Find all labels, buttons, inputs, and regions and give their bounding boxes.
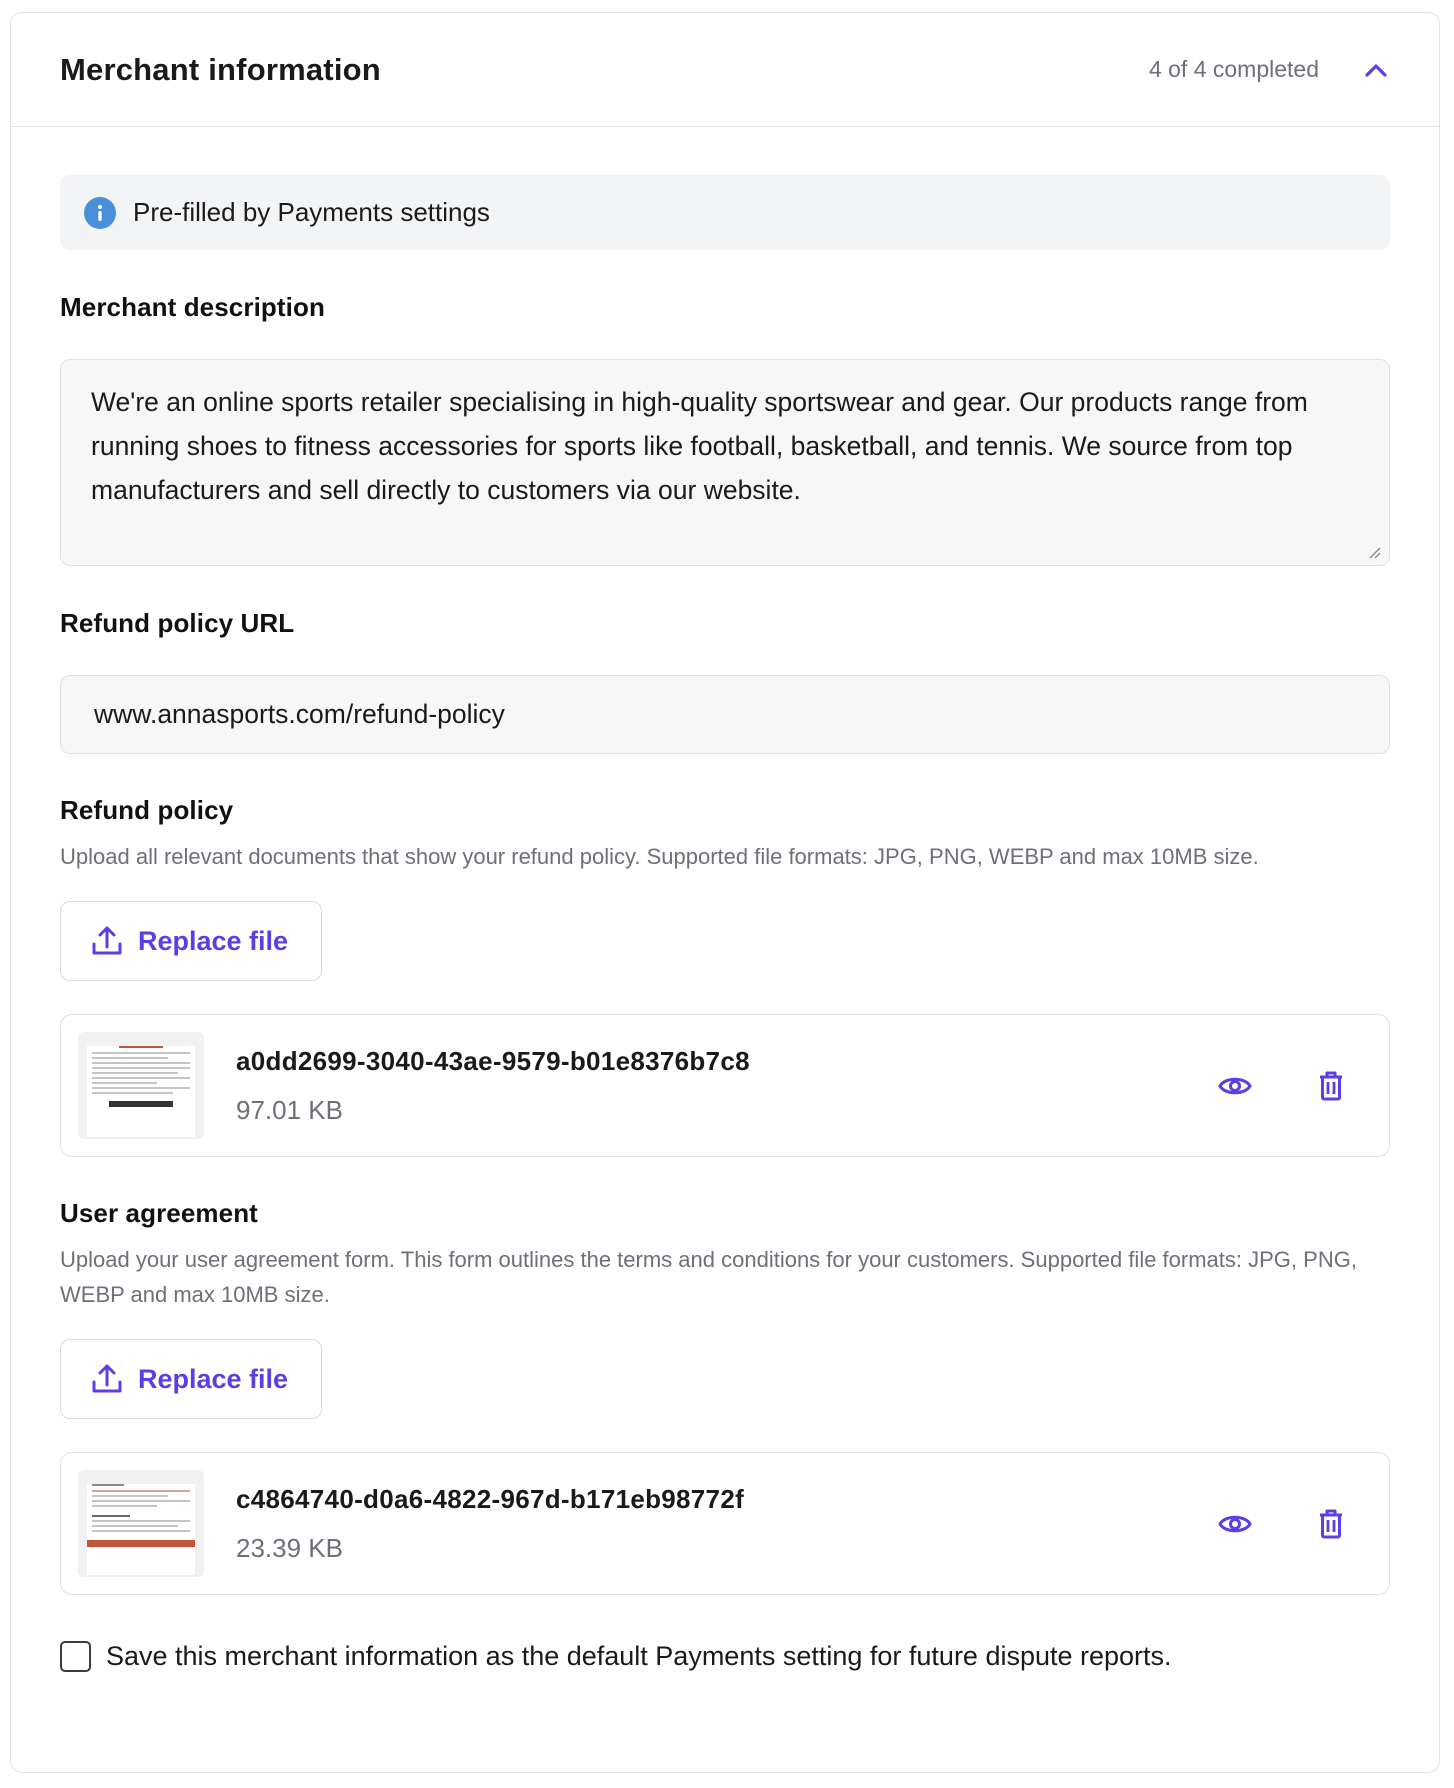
chevron-up-icon[interactable] <box>1363 57 1389 83</box>
replace-file-label: Replace file <box>138 1363 289 1394</box>
banner-text: Pre-filled by Payments settings <box>133 197 490 227</box>
card-title: Merchant information <box>60 51 381 87</box>
file-size: 23.39 KB <box>236 1532 343 1563</box>
file-meta: a0dd2699-3040-43ae-9579-b01e8376b7c8 97.… <box>236 1046 1215 1126</box>
file-actions <box>1215 1066 1351 1106</box>
refund-policy-file: a0dd2699-3040-43ae-9579-b01e8376b7c8 97.… <box>60 1014 1390 1157</box>
card-body: Pre-filled by Payments settings Merchant… <box>11 127 1439 1672</box>
refund-policy-helper: Upload all relevant documents that show … <box>60 844 1259 869</box>
prefilled-info-banner: Pre-filled by Payments settings <box>60 175 1390 250</box>
merchant-description-textarea[interactable]: We're an online sports retailer speciali… <box>60 359 1390 566</box>
trash-icon[interactable] <box>1311 1066 1351 1106</box>
trash-icon[interactable] <box>1311 1504 1351 1544</box>
file-thumbnail <box>78 1470 204 1577</box>
file-name: a0dd2699-3040-43ae-9579-b01e8376b7c8 <box>236 1045 750 1076</box>
resize-handle-icon[interactable] <box>1367 545 1381 559</box>
replace-file-label: Replace file <box>138 925 289 956</box>
user-agreement-replace-button[interactable]: Replace file <box>60 1339 322 1419</box>
completion-status: 4 of 4 completed <box>1148 56 1319 82</box>
merchant-information-card: Merchant information 4 of 4 completed Pr… <box>10 12 1440 1773</box>
save-default-label[interactable]: Save this merchant information as the de… <box>106 1641 1172 1672</box>
upload-icon <box>92 926 122 955</box>
eye-icon[interactable] <box>1215 1066 1255 1106</box>
file-thumbnail <box>78 1032 204 1139</box>
file-name: c4864740-d0a6-4822-967d-b171eb98772f <box>236 1483 745 1514</box>
upload-icon <box>92 1364 122 1393</box>
refund-url-input[interactable]: www.annasports.com/refund-policy <box>60 675 1390 754</box>
eye-icon[interactable] <box>1215 1504 1255 1544</box>
save-default-row: Save this merchant information as the de… <box>60 1641 1390 1672</box>
card-header: Merchant information 4 of 4 completed <box>11 13 1439 127</box>
file-actions <box>1215 1504 1351 1544</box>
save-default-checkbox[interactable] <box>60 1641 91 1672</box>
merchant-description-value: We're an online sports retailer speciali… <box>91 387 1308 505</box>
info-icon <box>84 196 116 229</box>
user-agreement-file: c4864740-d0a6-4822-967d-b171eb98772f 23.… <box>60 1452 1390 1595</box>
refund-policy-replace-button[interactable]: Replace file <box>60 901 322 981</box>
file-size: 97.01 KB <box>236 1094 343 1125</box>
file-meta: c4864740-d0a6-4822-967d-b171eb98772f 23.… <box>236 1484 1215 1564</box>
refund-url-label: Refund policy URL <box>60 608 295 638</box>
user-agreement-label: User agreement <box>60 1198 258 1228</box>
merchant-description-label: Merchant description <box>60 292 325 322</box>
refund-policy-label: Refund policy <box>60 795 234 825</box>
user-agreement-helper: Upload your user agreement form. This fo… <box>60 1247 1357 1307</box>
